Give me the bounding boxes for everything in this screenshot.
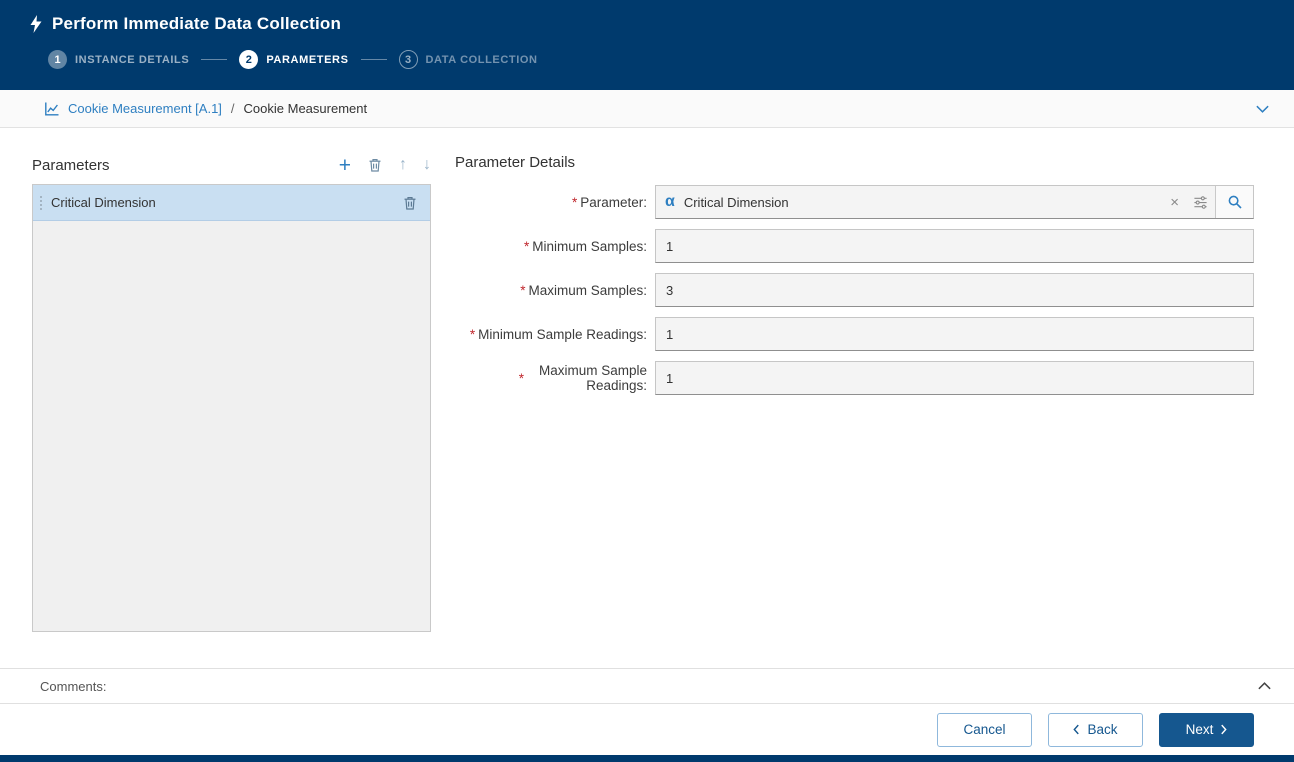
maximum-sample-readings-label: * Maximum Sample Readings: xyxy=(455,363,655,393)
step-1-circle: 1 xyxy=(48,50,67,69)
step-connector xyxy=(201,59,228,60)
wizard-stepper: 1 INSTANCE DETAILS 2 PARAMETERS 3 DATA C… xyxy=(0,34,1294,69)
step-data-collection[interactable]: 3 DATA COLLECTION xyxy=(398,50,538,69)
maximum-sample-readings-input[interactable] xyxy=(655,361,1254,395)
perform-immediate-data-collection-window: Perform Immediate Data Collection 1 INST… xyxy=(0,0,1294,762)
list-item-critical-dimension[interactable]: Critical Dimension xyxy=(33,185,430,221)
move-down-button[interactable]: ↓ xyxy=(423,157,431,173)
alpha-type-icon: α xyxy=(665,193,675,210)
parameter-label: * Parameter: xyxy=(455,195,655,210)
step-3-circle: 3 xyxy=(398,50,418,69)
breadcrumb-separator: / xyxy=(230,101,235,116)
field-label: Parameter: xyxy=(580,194,647,210)
comments-label: Comments: xyxy=(40,678,107,694)
chevron-up-icon[interactable] xyxy=(1257,681,1272,691)
parameters-title: Parameters xyxy=(32,156,110,174)
step-parameters[interactable]: 2 PARAMETERS xyxy=(239,50,348,69)
breadcrumb-link-cookie-measurement[interactable]: Cookie Measurement [A.1] xyxy=(68,101,222,116)
main-content: Parameters + ↑ ↓ Critical Dimension Para… xyxy=(0,128,1294,668)
line-chart-icon xyxy=(44,101,60,117)
step-3-label: DATA COLLECTION xyxy=(425,53,538,66)
wizard-header: Perform Immediate Data Collection 1 INST… xyxy=(0,0,1294,90)
minimum-samples-label: * Minimum Samples: xyxy=(455,239,655,254)
parameter-value: Critical Dimension xyxy=(683,194,789,210)
list-item-label: Critical Dimension xyxy=(51,195,156,210)
step-2-label: PARAMETERS xyxy=(266,53,349,66)
cancel-button[interactable]: Cancel xyxy=(937,712,1032,747)
search-icon[interactable] xyxy=(1215,186,1253,218)
row-trash-icon[interactable] xyxy=(402,195,418,211)
parameters-toolbar: + ↑ ↓ xyxy=(339,155,431,176)
lightning-bolt-icon xyxy=(28,15,44,33)
form-row-maximum-samples: * Maximum Samples: xyxy=(455,273,1254,307)
next-button[interactable]: Next xyxy=(1159,712,1254,747)
next-button-label: Next xyxy=(1185,722,1214,737)
delete-parameter-button[interactable] xyxy=(367,157,383,173)
chevron-left-icon xyxy=(1073,724,1080,735)
field-label: Maximum Sample Readings: xyxy=(538,363,647,393)
parameters-list: Critical Dimension xyxy=(32,184,431,632)
page-title: Perform Immediate Data Collection xyxy=(52,14,342,33)
breadcrumb: Cookie Measurement [A.1] / Cookie Measur… xyxy=(0,90,1294,128)
back-button[interactable]: Back xyxy=(1048,712,1143,747)
parameter-details-title: Parameter Details xyxy=(455,154,576,171)
required-marker: * xyxy=(571,194,578,210)
maximum-samples-label: * Maximum Samples: xyxy=(455,283,655,298)
step-2-circle: 2 xyxy=(239,50,259,69)
comments-bar: Comments: xyxy=(0,668,1294,704)
form-row-minimum-sample-readings: * Minimum Sample Readings: xyxy=(455,317,1254,351)
minimum-sample-readings-input[interactable] xyxy=(655,317,1254,351)
step-1-label: INSTANCE DETAILS xyxy=(75,53,190,66)
parameter-details-panel: Parameter Details * Parameter: α Critica… xyxy=(455,150,1254,668)
drag-handle-icon[interactable] xyxy=(39,195,43,211)
step-connector xyxy=(360,59,387,60)
clear-icon[interactable]: × xyxy=(1163,186,1186,218)
chevron-down-icon[interactable] xyxy=(1251,100,1274,118)
bottom-strip xyxy=(0,755,1294,762)
back-button-label: Back xyxy=(1087,722,1118,737)
step-instance-details[interactable]: 1 INSTANCE DETAILS xyxy=(48,50,189,69)
add-parameter-button[interactable]: + xyxy=(339,155,351,176)
cancel-button-label: Cancel xyxy=(963,722,1006,737)
parameter-lookup-input[interactable]: α Critical Dimension × xyxy=(655,185,1254,219)
required-marker: * xyxy=(518,370,524,386)
required-marker: * xyxy=(523,238,530,254)
field-label: Minimum Sample Readings: xyxy=(478,326,647,342)
parameter-lookup-body: α Critical Dimension xyxy=(656,186,1163,218)
form-row-maximum-sample-readings: * Maximum Sample Readings: xyxy=(455,361,1254,395)
field-label: Maximum Samples: xyxy=(528,282,647,298)
minimum-sample-readings-label: * Minimum Sample Readings: xyxy=(455,327,655,342)
field-label: Minimum Samples: xyxy=(532,238,647,254)
required-marker: * xyxy=(520,282,526,298)
parameters-panel: Parameters + ↑ ↓ Critical Dimension xyxy=(32,150,431,668)
required-marker: * xyxy=(469,326,476,342)
form-row-parameter: * Parameter: α Critical Dimension × xyxy=(455,185,1254,219)
maximum-samples-input[interactable] xyxy=(655,273,1254,307)
chevron-right-icon xyxy=(1221,724,1228,735)
sliders-filter-icon[interactable] xyxy=(1186,186,1215,218)
minimum-samples-input[interactable] xyxy=(655,229,1254,263)
move-up-button[interactable]: ↑ xyxy=(399,157,407,173)
title-row: Perform Immediate Data Collection xyxy=(0,0,1294,34)
breadcrumb-current: Cookie Measurement xyxy=(243,101,368,116)
parameters-panel-header: Parameters + ↑ ↓ xyxy=(32,150,431,180)
footer-actions: Cancel Back Next xyxy=(0,704,1294,755)
form-row-minimum-samples: * Minimum Samples: xyxy=(455,229,1254,263)
